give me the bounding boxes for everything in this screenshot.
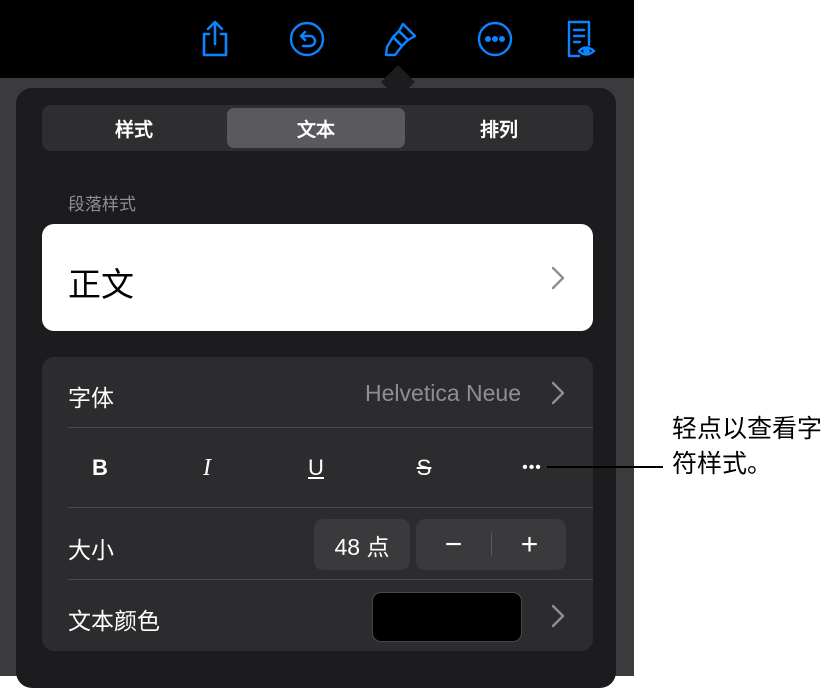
tab-bar: 样式 文本 排列	[42, 105, 593, 151]
font-settings-group: 字体 Helvetica Neue B I U S ••• 大小 48 点 − …	[42, 357, 593, 651]
text-color-swatch[interactable]	[372, 592, 522, 642]
decrease-size-button[interactable]: −	[416, 519, 491, 570]
paragraph-style-value: 正文	[68, 266, 134, 303]
size-label: 大小	[68, 537, 114, 563]
tab-style[interactable]: 样式	[45, 108, 223, 148]
chevron-right-icon	[551, 266, 565, 290]
undo-icon[interactable]	[288, 20, 326, 58]
format-brush-icon[interactable]	[382, 20, 420, 58]
divider	[68, 427, 593, 428]
font-row[interactable]: 字体 Helvetica Neue	[42, 357, 593, 427]
paragraph-style-heading: 段落样式	[68, 195, 136, 214]
increase-size-button[interactable]: +	[492, 519, 567, 570]
callout-line	[547, 466, 663, 468]
divider	[68, 579, 593, 580]
document-view-icon[interactable]	[562, 20, 600, 58]
paragraph-style-button[interactable]: 正文	[42, 224, 593, 331]
chevron-right-icon	[551, 381, 565, 405]
italic-button[interactable]: I	[177, 445, 237, 491]
font-size-field[interactable]: 48 点	[314, 519, 410, 570]
bold-button[interactable]: B	[70, 445, 130, 491]
more-character-styles-button[interactable]: •••	[502, 445, 562, 491]
strikethrough-button[interactable]: S	[394, 445, 454, 491]
font-size-stepper: − +	[416, 519, 566, 570]
tab-text[interactable]: 文本	[227, 108, 405, 148]
share-icon[interactable]	[196, 20, 234, 58]
underline-button[interactable]: U	[286, 445, 346, 491]
tab-arrange[interactable]: 排列	[410, 108, 588, 148]
text-color-label: 文本颜色	[68, 608, 160, 634]
font-label: 字体	[68, 385, 114, 411]
toolbar	[0, 0, 634, 78]
callout-text: 轻点以查看字符样式。	[672, 415, 823, 478]
more-icon[interactable]	[476, 20, 514, 58]
divider	[68, 507, 593, 508]
chevron-right-icon	[551, 604, 565, 628]
font-value: Helvetica Neue	[365, 380, 521, 406]
